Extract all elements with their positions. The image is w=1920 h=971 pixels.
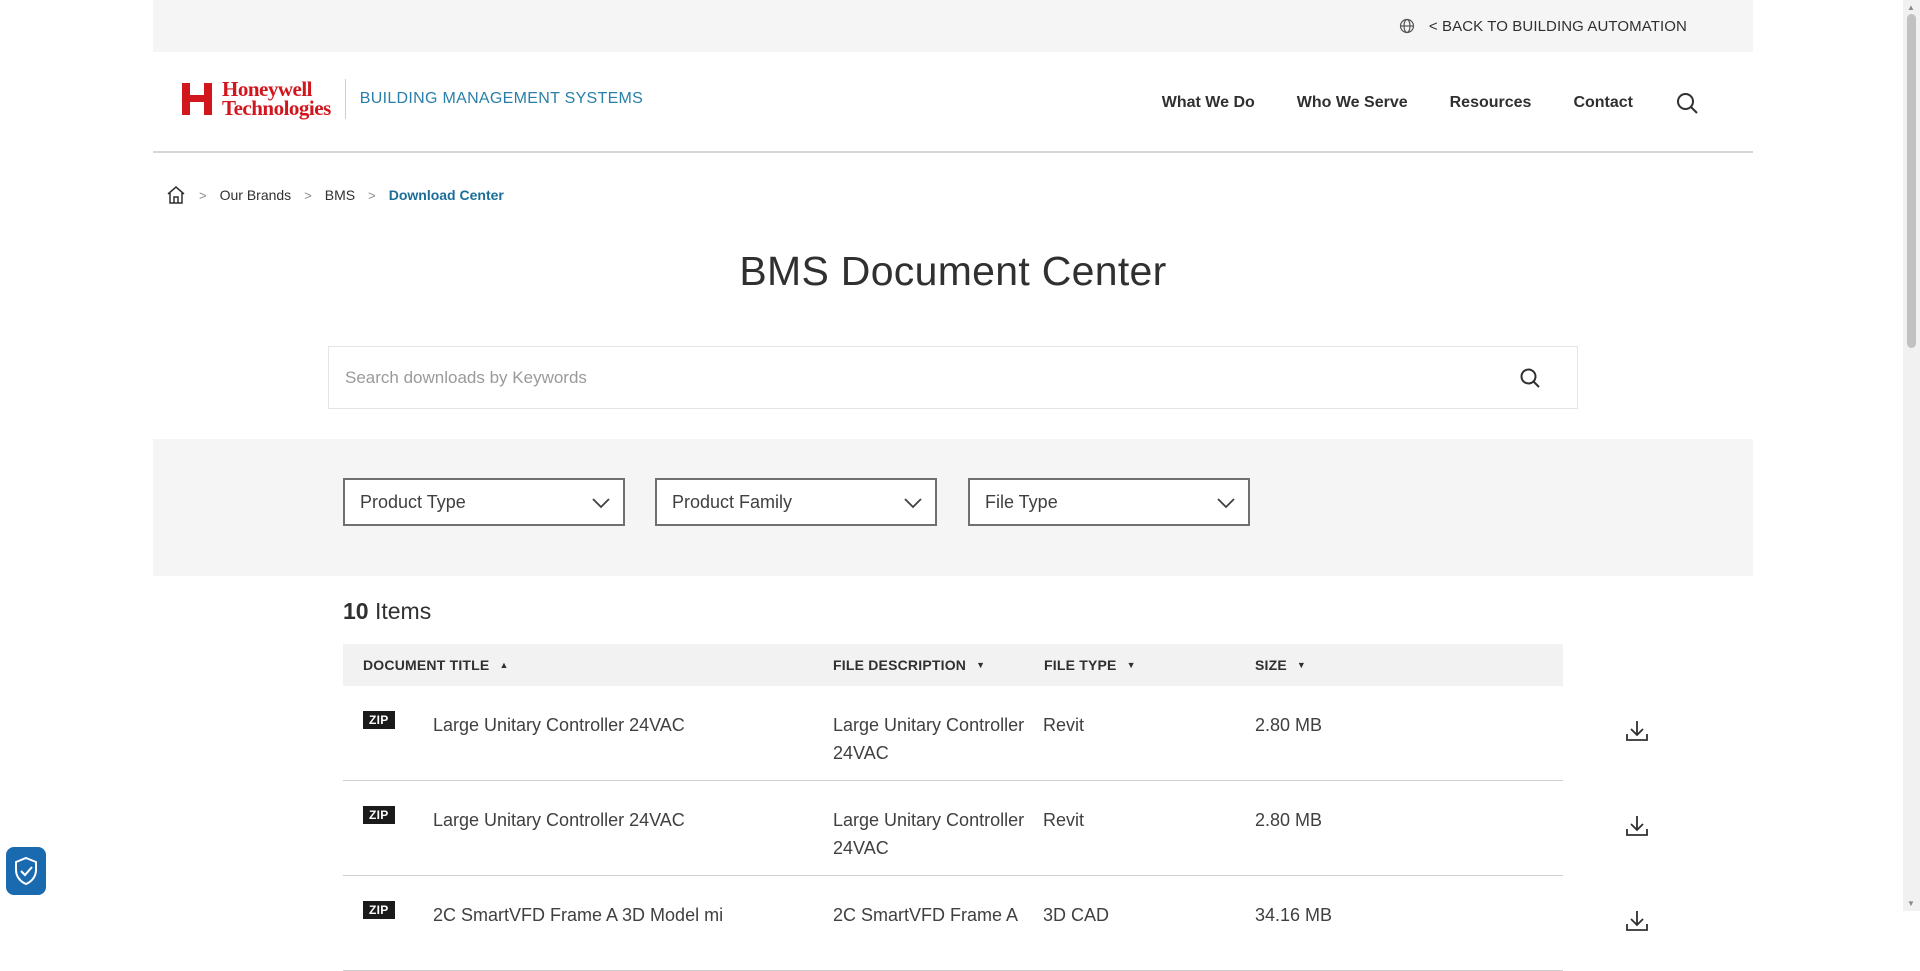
table-row: ZIP Large Unitary Controller 24VAC Large… bbox=[343, 686, 1648, 781]
results-count-label: Items bbox=[374, 598, 432, 624]
results-count-number: 10 bbox=[343, 598, 369, 624]
document-title[interactable]: Large Unitary Controller 24VAC bbox=[433, 711, 813, 739]
file-size: 34.16 MB bbox=[1255, 905, 1333, 925]
table-row: ZIP Large Unitary Controller 24VAC Large… bbox=[343, 781, 1648, 876]
breadcrumb-our-brands[interactable]: Our Brands bbox=[220, 187, 292, 203]
file-type: Revit bbox=[1043, 810, 1085, 830]
nav-what-we-do[interactable]: What We Do bbox=[1162, 94, 1255, 112]
file-type: Revit bbox=[1043, 715, 1085, 735]
breadcrumb-separator: > bbox=[368, 187, 376, 203]
sort-descending-icon: ▼ bbox=[976, 660, 986, 670]
search-icon[interactable] bbox=[1675, 91, 1699, 115]
breadcrumb-bms[interactable]: BMS bbox=[325, 187, 355, 203]
nav-resources[interactable]: Resources bbox=[1450, 94, 1532, 112]
download-icon[interactable] bbox=[1624, 718, 1650, 744]
chevron-down-icon bbox=[1216, 493, 1236, 513]
home-icon[interactable] bbox=[166, 185, 186, 205]
main-nav: What We Do Who We Serve Resources Contac… bbox=[1120, 52, 1699, 153]
document-title[interactable]: Large Unitary Controller 24VAC bbox=[433, 806, 813, 834]
chevron-down-icon bbox=[591, 493, 611, 513]
documents-table: DOCUMENT TITLE ▲ FILE DESCRIPTION ▼ FILE T… bbox=[343, 644, 1648, 971]
sort-descending-icon: ▼ bbox=[1126, 660, 1136, 670]
globe-icon[interactable] bbox=[1399, 18, 1415, 34]
scroll-up-icon[interactable]: ▲ bbox=[1907, 3, 1915, 12]
file-description: Large Unitary Controller 24VAC bbox=[833, 810, 1025, 858]
breadcrumb-separator: > bbox=[304, 187, 312, 203]
file-type-select[interactable]: File Type bbox=[968, 478, 1250, 526]
column-header-size[interactable]: SIZE ▼ bbox=[1255, 644, 1306, 686]
select-label: File Type bbox=[985, 491, 1058, 512]
file-size: 2.80 MB bbox=[1255, 810, 1323, 830]
logo[interactable]: Honeywell Technologies BUILDING MANAGEME… bbox=[182, 79, 643, 119]
breadcrumb-separator: > bbox=[199, 187, 207, 203]
file-description: Large Unitary Controller 24VAC bbox=[833, 715, 1025, 763]
chevron-down-icon bbox=[903, 493, 923, 513]
logo-mark bbox=[182, 83, 212, 115]
logo-text: Honeywell Technologies bbox=[222, 77, 331, 120]
column-header-document-title[interactable]: DOCUMENT TITLE ▲ bbox=[363, 644, 509, 686]
logo-divider bbox=[344, 79, 346, 119]
table-header: DOCUMENT TITLE ▲ FILE DESCRIPTION ▼ FILE T… bbox=[343, 644, 1563, 686]
search-input[interactable] bbox=[345, 367, 1519, 388]
utility-bar: < BACK TO BUILDING AUTOMATION bbox=[153, 0, 1753, 52]
scroll-down-icon[interactable]: ▼ bbox=[1907, 899, 1915, 908]
sort-descending-icon: ▼ bbox=[1296, 660, 1307, 670]
file-description: 2C SmartVFD Frame A bbox=[833, 905, 1019, 925]
vertical-scrollbar[interactable]: ▲ ▼ bbox=[1903, 0, 1920, 911]
results-count: 10 Items bbox=[343, 598, 431, 625]
document-title[interactable]: 2C SmartVFD Frame A 3D Model mi bbox=[433, 901, 813, 929]
privacy-shield-icon[interactable] bbox=[6, 847, 46, 895]
file-size: 2.80 MB bbox=[1255, 715, 1323, 735]
select-label: Product Family bbox=[672, 491, 793, 512]
nav-who-we-serve[interactable]: Who We Serve bbox=[1297, 94, 1408, 112]
search-icon[interactable] bbox=[1519, 367, 1541, 389]
breadcrumb: > Our Brands > BMS > Download Center bbox=[166, 185, 504, 205]
column-header-file-type[interactable]: FILE TYPE ▼ bbox=[1044, 644, 1136, 686]
column-header-file-description[interactable]: FILE DESCRIPTION ▼ bbox=[833, 644, 985, 686]
product-type-select[interactable]: Product Type bbox=[343, 478, 625, 526]
table-row: ZIP 2C SmartVFD Frame A 3D Model mi 2C S… bbox=[343, 876, 1648, 971]
logo-subtitle: BUILDING MANAGEMENT SYSTEMS bbox=[359, 90, 644, 107]
file-format-badge: ZIP bbox=[363, 711, 395, 729]
file-format-badge: ZIP bbox=[363, 806, 395, 824]
back-to-building-automation-link[interactable]: < BACK TO BUILDING AUTOMATION bbox=[1429, 18, 1687, 35]
download-icon[interactable] bbox=[1624, 813, 1650, 839]
file-format-badge: ZIP bbox=[363, 901, 395, 919]
breadcrumb-current: Download Center bbox=[388, 187, 504, 203]
nav-contact[interactable]: Contact bbox=[1573, 94, 1633, 112]
sort-ascending-icon: ▲ bbox=[499, 660, 509, 670]
site-header: Honeywell Technologies BUILDING MANAGEME… bbox=[153, 52, 1753, 153]
filters-panel: Product Type Product Family File Type bbox=[153, 439, 1753, 576]
scrollbar-thumb[interactable] bbox=[1907, 14, 1916, 348]
search-bar bbox=[328, 346, 1578, 409]
page-title: BMS Document Center bbox=[739, 248, 1167, 294]
file-type: 3D CAD bbox=[1043, 905, 1110, 925]
page-frame: < BACK TO BUILDING AUTOMATION Honeywell … bbox=[153, 0, 1753, 971]
select-label: Product Type bbox=[360, 491, 466, 512]
product-family-select[interactable]: Product Family bbox=[655, 478, 937, 526]
download-icon[interactable] bbox=[1624, 908, 1650, 934]
